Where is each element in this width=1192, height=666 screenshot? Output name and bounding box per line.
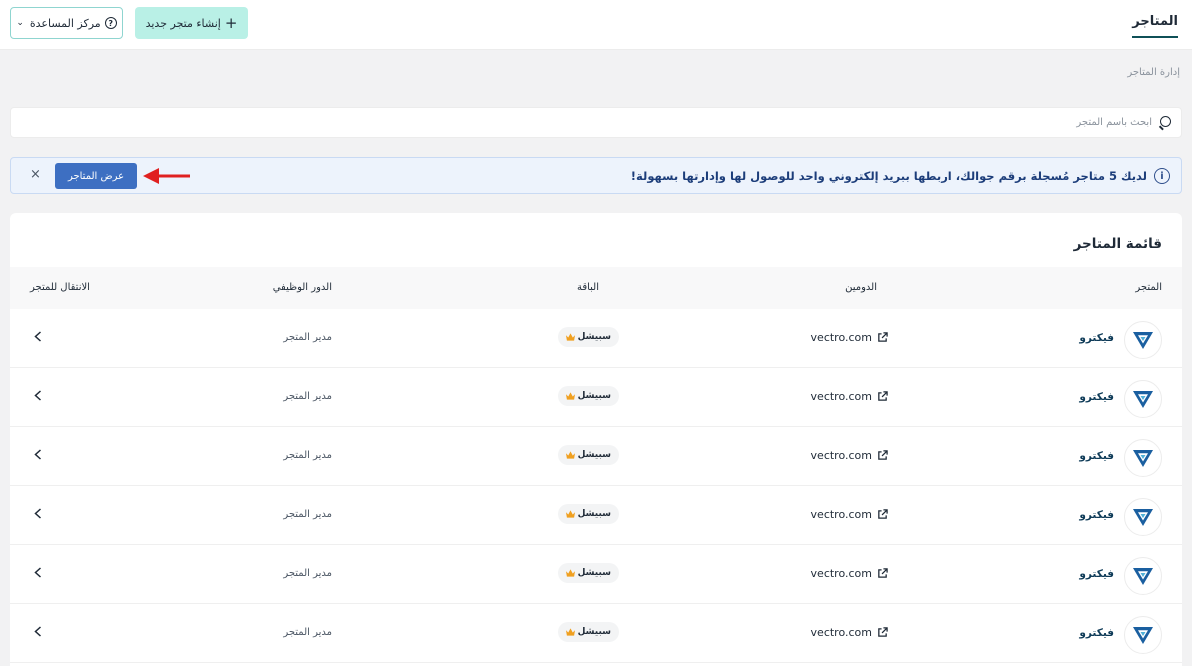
plus-icon: + — [224, 13, 238, 32]
role-text: مدير المتجر — [283, 509, 332, 520]
plan-badge: سبيشل — [557, 386, 619, 406]
column-store: المتجر — [1135, 282, 1162, 293]
domain-link[interactable]: vectro.com — [811, 508, 888, 521]
chevron-left-icon[interactable] — [31, 506, 45, 520]
domain-link[interactable]: vectro.com — [811, 449, 888, 462]
crown-icon — [565, 628, 575, 636]
table-row: فيكترو vectro.com سبيشل مدير المتجر — [10, 604, 1182, 663]
crown-icon — [565, 333, 575, 341]
question-circle-icon: ? — [104, 17, 117, 29]
stores-card: قائمة المتاجر المتجر الدومين الباقة الدو… — [10, 213, 1182, 666]
role-text: مدير المتجر — [283, 391, 332, 402]
role-text: مدير المتجر — [283, 568, 332, 579]
plan-badge: سبيشل — [557, 504, 619, 524]
plan-name: سبيشل — [577, 391, 611, 401]
chevron-left-icon[interactable] — [31, 447, 45, 461]
column-domain: الدومين — [845, 282, 877, 293]
column-goto: الانتقال للمتجر — [30, 282, 90, 293]
role-text: مدير المتجر — [283, 332, 332, 343]
chevron-down-icon: ⌄ — [16, 18, 24, 28]
domain-link[interactable]: vectro.com — [811, 331, 888, 344]
table-row: فيكترو vectro.com سبيشل مدير المتجر — [10, 309, 1182, 368]
table-row: فيكترو vectro.com سبيشل مدير المتجر — [10, 486, 1182, 545]
external-link-icon — [878, 509, 888, 519]
external-link-icon — [878, 332, 888, 342]
view-stores-button[interactable]: عرض المتاجر — [55, 163, 137, 189]
store-logo — [1124, 616, 1162, 654]
crown-icon — [565, 451, 575, 459]
vectro-logo-icon — [1133, 331, 1153, 349]
column-plan: الباقة — [576, 282, 599, 293]
crown-icon — [565, 510, 575, 518]
red-arrow-icon — [143, 168, 190, 184]
page-title[interactable]: المتاجر — [1132, 14, 1178, 38]
plan-name: سبيشل — [577, 450, 611, 460]
domain-text: vectro.com — [810, 626, 872, 639]
store-logo — [1124, 557, 1162, 595]
external-link-icon — [878, 391, 888, 401]
store-logo — [1124, 498, 1162, 536]
domain-link[interactable]: vectro.com — [811, 567, 888, 580]
role-text: مدير المتجر — [283, 450, 332, 461]
domain-link[interactable]: vectro.com — [811, 390, 888, 403]
store-name[interactable]: فيكترو — [1079, 332, 1114, 344]
domain-text: vectro.com — [810, 390, 872, 403]
chevron-left-icon[interactable] — [31, 565, 45, 579]
create-store-button[interactable]: + إنشاء متجر جديد — [135, 7, 248, 39]
help-center-button[interactable]: ? مركز المساعدة ⌄ — [10, 7, 123, 39]
store-name[interactable]: فيكترو — [1079, 568, 1114, 580]
store-logo — [1124, 380, 1162, 418]
domain-text: vectro.com — [810, 567, 872, 580]
search-box[interactable] — [10, 107, 1182, 138]
store-name[interactable]: فيكترو — [1079, 627, 1114, 639]
domain-link[interactable]: vectro.com — [811, 626, 888, 639]
external-link-icon — [878, 627, 888, 637]
top-bar: المتاجر + إنشاء متجر جديد ? مركز المساعد… — [0, 0, 1192, 50]
store-name[interactable]: فيكترو — [1079, 450, 1114, 462]
info-icon: i — [1154, 168, 1170, 184]
chevron-left-icon[interactable] — [31, 329, 45, 343]
table-row: فيكترو vectro.com سبيشل مدير المتجر — [10, 427, 1182, 486]
domain-text: vectro.com — [810, 508, 872, 521]
alert-message: لديك 5 متاجر مُسجلة برقم جوالك، اربطها ب… — [630, 169, 1147, 183]
chevron-left-icon[interactable] — [31, 388, 45, 402]
stores-list-title: قائمة المتاجر — [1073, 236, 1162, 252]
plan-badge: سبيشل — [557, 622, 619, 642]
plan-badge: سبيشل — [557, 563, 619, 583]
vectro-logo-icon — [1133, 567, 1153, 585]
external-link-icon — [878, 450, 888, 460]
search-input[interactable] — [11, 117, 1152, 128]
store-logo — [1124, 321, 1162, 359]
vectro-logo-icon — [1133, 508, 1153, 526]
external-link-icon — [878, 568, 888, 578]
vectro-logo-icon — [1133, 449, 1153, 467]
store-logo — [1124, 439, 1162, 477]
search-icon — [1158, 116, 1171, 129]
plan-name: سبيشل — [577, 568, 611, 578]
plan-badge: سبيشل — [557, 445, 619, 465]
store-name[interactable]: فيكترو — [1079, 509, 1114, 521]
vectro-logo-icon — [1133, 390, 1153, 408]
domain-text: vectro.com — [810, 331, 872, 344]
role-text: مدير المتجر — [283, 627, 332, 638]
table-row: فيكترو vectro.com سبيشل مدير المتجر — [10, 368, 1182, 427]
vectro-logo-icon — [1133, 626, 1153, 644]
table-row: فيكترو vectro.com سبيشل مدير المتجر — [10, 545, 1182, 604]
domain-text: vectro.com — [810, 449, 872, 462]
plan-name: سبيشل — [577, 509, 611, 519]
plan-name: سبيشل — [577, 332, 611, 342]
store-name[interactable]: فيكترو — [1079, 391, 1114, 403]
crown-icon — [565, 569, 575, 577]
help-center-label: مركز المساعدة — [29, 16, 101, 30]
plan-badge: سبيشل — [557, 327, 619, 347]
plan-name: سبيشل — [577, 627, 611, 637]
breadcrumb: إدارة المتاجر — [1127, 67, 1180, 78]
close-icon[interactable]: × — [30, 168, 41, 181]
chevron-left-icon[interactable] — [31, 624, 45, 638]
create-store-label: إنشاء متجر جديد — [145, 16, 221, 30]
table-header: المتجر الدومين الباقة الدور الوظيفي الان… — [10, 267, 1182, 309]
column-role: الدور الوظيفي — [272, 282, 332, 293]
crown-icon — [565, 392, 575, 400]
